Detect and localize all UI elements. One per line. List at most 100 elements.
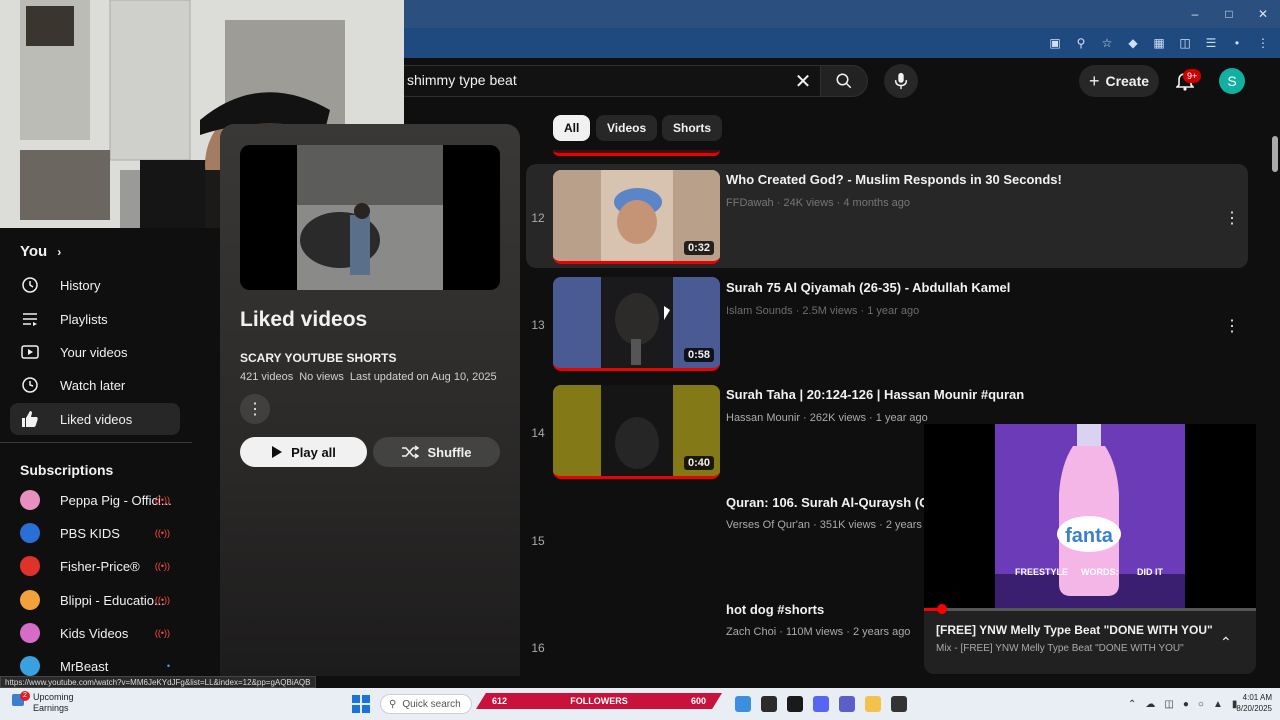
video-title[interactable]: Surah Taha | 20:124-126 | Hassan Mounir … [726,387,1024,402]
minimize-button[interactable]: – [1178,0,1212,28]
stream-label: FOLLOWERS [570,696,628,706]
notification-badge: 9+ [1183,69,1202,83]
video-title[interactable]: Quran: 106. Surah Al-Quraysh (Qu [726,495,937,510]
play-all-button[interactable]: Play all [240,437,367,467]
chip-all[interactable]: All [553,115,591,141]
sidebar-item-liked-videos[interactable]: Liked videos [10,403,180,435]
play-icon [272,446,283,458]
search-input[interactable]: shimmy type beat [392,65,822,97]
chevron-right-icon: › [57,244,62,259]
close-window-button[interactable]: ✕ [1246,0,1280,28]
video-index: 12 [531,211,545,225]
subscription-item[interactable]: Fisher-Price® ((•)) [20,553,180,579]
sidebar-item-history[interactable]: History [10,269,180,301]
network-icon[interactable]: ◫ [1164,699,1173,710]
video-more-button[interactable]: ⋮ [1224,208,1240,228]
search-query: shimmy type beat [407,72,517,88]
puzzle-icon[interactable]: ▦ [1148,32,1170,54]
cloud-icon[interactable]: ☁ [1145,699,1155,710]
video-title[interactable]: Who Created God? - Muslim Responds in 30… [726,172,1062,187]
video-title[interactable]: hot dog #shorts [726,602,824,617]
clear-search-icon[interactable]: ✕ [788,66,818,96]
caption-right: DID IT [1137,567,1163,577]
bookmark-star-icon[interactable]: ☆ [1096,32,1118,54]
playlist-more-button[interactable]: ⋮ [240,394,270,424]
wifi-icon[interactable]: ○ [1198,699,1204,710]
video-thumbnail[interactable]: 0:58 [553,277,720,371]
obs-app-icon[interactable] [761,696,777,712]
sidebar-item-playlists[interactable]: Playlists [10,303,180,335]
create-button[interactable]: + Create [1079,65,1159,97]
you-section-header[interactable]: You › [20,243,61,260]
subscription-item[interactable]: Kids Videos ((•)) [20,620,180,646]
subscription-item[interactable]: PBS KIDS ((•)) [20,520,180,546]
microphone-icon[interactable]: ● [1183,699,1189,710]
capcut-app-icon[interactable] [787,696,803,712]
sidebar-item-your-videos[interactable]: Your videos [10,336,180,368]
chip-videos[interactable]: Videos [596,115,658,141]
video-duration: 0:40 [683,456,714,470]
folder-app-icon[interactable] [865,696,881,712]
channel-avatar [20,623,40,643]
live-icon: ((•)) [154,561,170,571]
video-index: 13 [531,318,545,332]
start-button[interactable] [352,695,370,713]
chip-shorts[interactable]: Shorts [662,115,723,141]
taskbar-search[interactable]: ⚲ Quick search [380,694,472,714]
miniplayer-scrubber[interactable] [937,604,947,614]
channel-avatar [20,590,40,610]
create-label: Create [1105,73,1150,89]
chevron-up-icon[interactable]: ⌃ [1128,699,1136,710]
profile-icon[interactable]: • [1226,32,1248,54]
teams-app-icon[interactable] [839,696,855,712]
browser-toolbar-icons: ▣ ⚲ ☆ ◆ ▦ ◫ ☰ • ⋮ [1044,28,1274,58]
sidebar-item-label: Your videos [60,344,128,360]
search-button[interactable] [820,65,868,97]
video-thumbnail[interactable]: 0:32 [553,170,720,264]
sidebar-icon[interactable]: ◫ [1174,32,1196,54]
playlist-owner[interactable]: SCARY YOUTUBE SHORTS [240,351,396,365]
fanta-bottle-image: fanta [995,424,1185,610]
miniplayer-progress-track[interactable] [924,608,1256,611]
maximize-button[interactable]: □ [1212,0,1246,28]
page-scrollbar[interactable] [1272,136,1278,172]
shuffle-button[interactable]: Shuffle [373,437,500,467]
video-thumbnail[interactable]: 0:40 [553,385,720,479]
account-avatar[interactable]: S [1219,68,1245,94]
brand-text: fanta [1065,525,1114,547]
mouse-cursor-icon [664,306,670,320]
caption-left: FREESTYLE [1015,567,1069,577]
extension-icon[interactable]: ◆ [1122,32,1144,54]
video-more-button[interactable]: ⋮ [1224,316,1240,336]
taskbar-search-placeholder: Quick search [402,698,461,710]
video-title[interactable]: Surah 75 Al Qiyamah (26-35) - Abdullah K… [726,280,1010,295]
video-meta: Islam Sounds · 2.5M views · 1 year ago [726,305,920,317]
live-icon: ((•)) [154,628,170,638]
menu-icon[interactable]: ⋮ [1252,32,1274,54]
discord-app-icon[interactable] [813,696,829,712]
shuffle-label: Shuffle [427,444,472,460]
system-tray: ⌃ ☁ ◫ ● ○ ▲ ▮ [1128,693,1237,715]
subscription-item[interactable]: Peppa Pig - Offici... ((•)) [20,487,180,513]
playlist-thumbnail[interactable] [240,145,500,290]
widget-title: Upcoming [33,692,74,702]
app-icon[interactable] [891,696,907,712]
weather-widget[interactable]: Upcoming Earnings [33,692,74,714]
voice-search-button[interactable] [884,64,918,98]
files-app-icon[interactable] [735,696,751,712]
subscription-item[interactable]: Blippi - Educatio... ((•)) [20,587,180,613]
new-content-dot-icon: • [166,661,170,671]
volume-icon[interactable]: ▲ [1213,699,1223,710]
channel-avatar [20,556,40,576]
cast-icon[interactable]: ▣ [1044,32,1066,54]
taskbar-clock[interactable]: 4:01 AM 8/20/2025 [1228,692,1272,714]
live-icon: ((•)) [154,495,170,505]
stream-followers-banner: 612 FOLLOWERS 600 [476,693,722,709]
chevron-up-icon[interactable]: ⌃ [1220,634,1232,651]
sidebar-item-watch-later[interactable]: Watch later [10,369,180,401]
media-icon[interactable]: ☰ [1200,32,1222,54]
sidebar-item-label: Playlists [60,311,108,327]
zoom-icon[interactable]: ⚲ [1070,32,1092,54]
search-icon [836,73,852,89]
your-videos-icon [20,343,40,361]
